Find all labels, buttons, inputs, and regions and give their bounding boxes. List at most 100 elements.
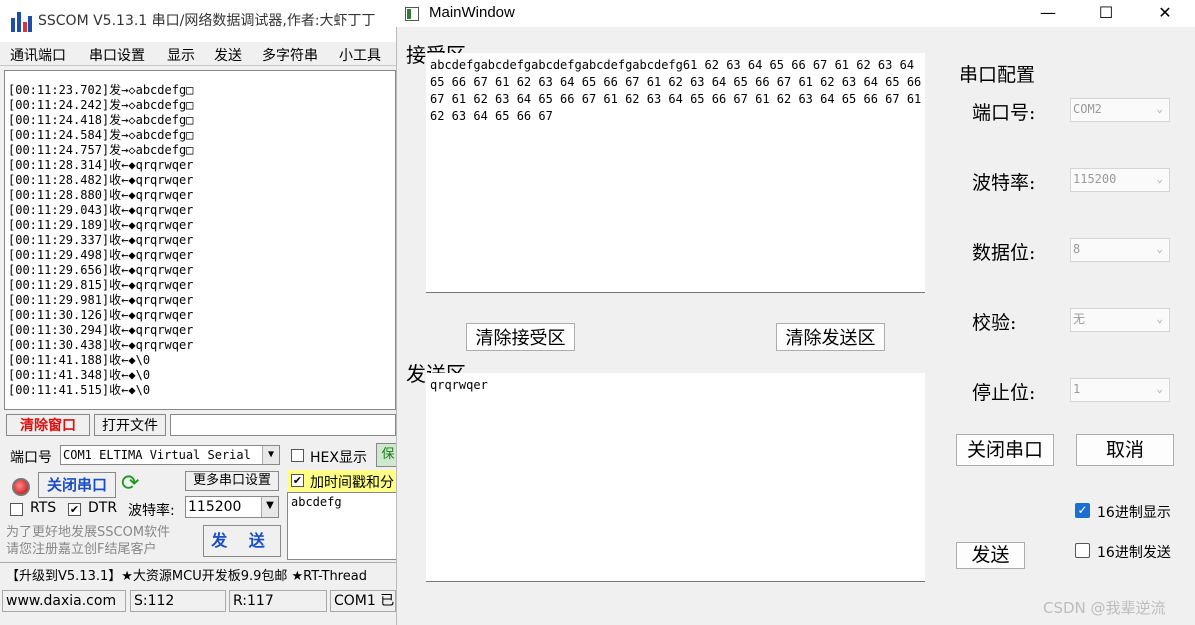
clear-window-button[interactable]: 清除窗口	[6, 414, 90, 436]
rts-checkbox[interactable]	[10, 503, 23, 516]
status-led-icon	[12, 478, 30, 496]
menu-serial-settings[interactable]: 串口设置	[89, 45, 145, 65]
status-sent-count: S:112	[130, 590, 226, 612]
sscom-title: SSCOM V5.13.1 串口/网络数据调试器,作者:大虾丁丁	[38, 13, 376, 29]
log-line: [00:11:29.498]收←◆qrqrwqer	[8, 248, 194, 262]
menu-send[interactable]: 发送	[214, 45, 242, 65]
config-baud-value: 115200	[1073, 172, 1117, 186]
baud-select[interactable]: 115200 ▼	[185, 496, 279, 518]
baud-select-value: 115200	[188, 499, 242, 515]
sscom-logo-icon	[10, 10, 32, 32]
more-settings-button[interactable]: 更多串口设置	[185, 471, 279, 491]
log-line: [00:11:29.189]收←◆qrqrwqer	[8, 218, 194, 232]
config-databits-label: 数据位:	[972, 242, 1036, 264]
config-databits-select[interactable]: 8 ⌄	[1070, 238, 1170, 262]
log-line: [00:11:41.515]收←◆\0	[8, 383, 151, 397]
log-line: [00:11:24.418]发→◇abcdefg□	[8, 113, 194, 127]
config-parity-select[interactable]: 无 ⌄	[1070, 308, 1170, 332]
close-icon[interactable]: ✕	[1136, 0, 1194, 27]
sscom-menubar: 通讯端口 串口设置 显示 发送 多字符串 小工具	[0, 42, 396, 66]
receive-text: abcdefgabcdefgabcdefgabcdefgabcdefg61 62…	[430, 58, 929, 123]
log-line: [00:11:28.880]收←◆qrqrwqer	[8, 188, 194, 202]
window-title: MainWindow	[429, 4, 515, 21]
chevron-down-icon: ⌄	[1156, 312, 1163, 325]
status-website[interactable]: www.daxia.com	[2, 590, 126, 612]
chevron-down-icon: ⌄	[1156, 172, 1163, 185]
chevron-down-icon: ⌄	[1156, 102, 1163, 115]
config-port-label: 端口号:	[972, 102, 1036, 124]
log-line: [00:11:24.584]发→◇abcdefg□	[8, 128, 194, 142]
timestamp-checkbox[interactable]: ✔	[291, 474, 304, 487]
log-line: [00:11:29.981]收←◆qrqrwqer	[8, 293, 194, 307]
config-parity-label: 校验:	[972, 312, 1017, 334]
sscom-close-port-button[interactable]: 关闭串口	[38, 472, 116, 498]
port-select[interactable]: COM1 ELTIMA Virtual Serial ▼	[60, 445, 280, 465]
minimize-icon[interactable]: —	[1019, 0, 1077, 27]
timestamp-label: 加时间戳和分	[310, 475, 394, 491]
open-file-button[interactable]: 打开文件	[94, 414, 166, 436]
config-baud-select[interactable]: 115200 ⌄	[1070, 168, 1170, 192]
config-parity-value: 无	[1073, 312, 1086, 326]
log-line: [00:11:30.294]收←◆qrqrwqer	[8, 323, 194, 337]
chevron-down-icon: ▼	[261, 497, 278, 517]
hex-send-label: 16进制发送	[1097, 545, 1171, 561]
maximize-icon[interactable]: ☐	[1077, 0, 1135, 27]
chevron-down-icon: ⌄	[1156, 242, 1163, 255]
hex-send-checkbox[interactable]	[1075, 543, 1090, 558]
clear-receive-button[interactable]: 清除接受区	[466, 323, 575, 351]
hex-display-checkbox[interactable]: ✓	[1075, 503, 1090, 518]
promo-text: 为了更好地发展SSCOM软件 请您注册嘉立创F结尾客户	[6, 525, 171, 557]
file-path-input[interactable]	[170, 414, 396, 436]
log-line: [00:11:30.438]收←◆qrqrwqer	[8, 338, 194, 352]
dtr-label: DTR	[88, 500, 118, 516]
send-button[interactable]: 发送	[956, 542, 1025, 569]
config-stopbits-value: 1	[1073, 382, 1081, 396]
close-port-button[interactable]: 关闭串口	[956, 434, 1054, 466]
log-line: [00:11:23.702]发→◇abcdefg□	[8, 83, 194, 97]
port-label: 端口号	[10, 450, 52, 466]
config-stopbits-select[interactable]: 1 ⌄	[1070, 378, 1170, 402]
receive-textarea[interactable]: abcdefgabcdefgabcdefgabcdefgabcdefg61 62…	[426, 53, 925, 293]
send-text: qrqrwqer	[430, 378, 488, 392]
log-line: [00:11:24.242]发→◇abcdefg□	[8, 98, 194, 112]
baud-label: 波特率:	[128, 503, 175, 519]
log-line: [00:11:24.757]发→◇abcdefg□	[8, 143, 194, 157]
log-line: [00:11:29.656]收←◆qrqrwqer	[8, 263, 194, 277]
hex-show-checkbox[interactable]	[291, 449, 304, 462]
hex-display-label: 16进制显示	[1097, 505, 1171, 521]
port-select-value: COM1 ELTIMA Virtual Serial	[63, 448, 251, 462]
config-port-select[interactable]: COM2 ⌄	[1070, 98, 1170, 122]
config-port-value: COM2	[1073, 102, 1102, 116]
sscom-log-area[interactable]: [00:11:23.702]发→◇abcdefg□ [00:11:24.242]发…	[4, 70, 396, 410]
app-icon	[405, 7, 419, 21]
rts-label: RTS	[30, 500, 57, 516]
status-port: COM1 已	[330, 590, 396, 612]
log-line: [00:11:28.314]收←◆qrqrwqer	[8, 158, 194, 172]
menu-comm-port[interactable]: 通讯端口	[10, 45, 66, 65]
hex-show-label: HEX显示	[310, 450, 367, 466]
config-databits-value: 8	[1073, 242, 1081, 256]
menu-multi-string[interactable]: 多字符串	[262, 45, 318, 65]
ad-text[interactable]: 【升级到V5.13.1】★大资源MCU开发板9.9包邮 ★RT-Thread	[6, 565, 367, 584]
refresh-icon[interactable]: ⟳	[121, 473, 145, 497]
cancel-button[interactable]: 取消	[1076, 434, 1174, 466]
clear-send-button[interactable]: 清除发送区	[776, 323, 885, 351]
dtr-checkbox[interactable]: ✔	[68, 503, 81, 516]
log-line: [00:11:41.188]收←◆\0	[8, 353, 151, 367]
sscom-send-button[interactable]: 发 送	[203, 525, 281, 557]
config-stopbits-label: 停止位:	[972, 382, 1036, 404]
log-line: [00:11:29.815]收←◆qrqrwqer	[8, 278, 194, 292]
log-line: [00:11:28.482]收←◆qrqrwqer	[8, 173, 194, 187]
chevron-down-icon: ⌄	[1156, 382, 1163, 395]
send-textarea[interactable]: qrqrwqer	[426, 373, 925, 582]
log-line: [00:11:41.348]收←◆\0	[8, 368, 151, 382]
menu-display[interactable]: 显示	[167, 45, 195, 65]
config-baud-label: 波特率:	[972, 172, 1036, 194]
log-line: [00:11:29.337]收←◆qrqrwqer	[8, 233, 194, 247]
log-line: [00:11:29.043]收←◆qrqrwqer	[8, 203, 194, 217]
config-title: 串口配置	[959, 64, 1036, 86]
log-line: [00:11:30.126]收←◆qrqrwqer	[8, 308, 194, 322]
sscom-send-text: abcdefg	[291, 495, 342, 509]
menu-tools[interactable]: 小工具	[339, 45, 381, 65]
log-lines: [00:11:23.702]发→◇abcdefg□ [00:11:24.242]发…	[8, 83, 193, 398]
